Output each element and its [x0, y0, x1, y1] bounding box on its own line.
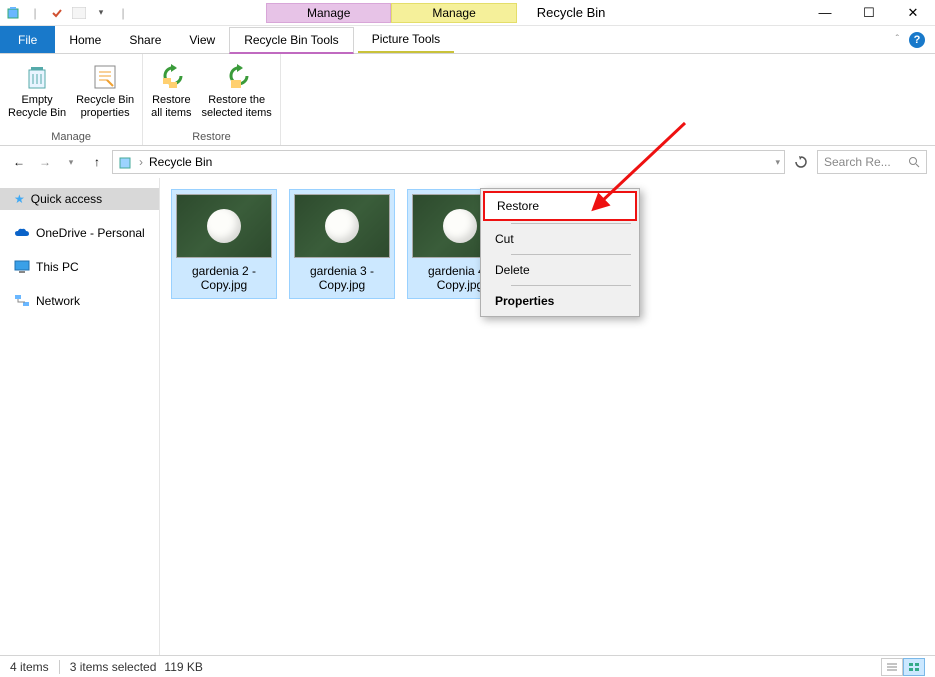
nav-thispc-label: This PC [36, 260, 79, 274]
title-bar: | ▾ | Manage Manage Recycle Bin — ☐ ✕ [0, 0, 935, 26]
nav-onedrive-label: OneDrive - Personal [36, 226, 145, 240]
path-dropdown-icon[interactable]: ▾ [775, 157, 780, 168]
status-size: 119 KB [164, 660, 202, 674]
monitor-icon [14, 260, 30, 274]
tab-home[interactable]: Home [55, 26, 115, 53]
context-cut[interactable]: Cut [483, 226, 637, 252]
window-controls: — ☐ ✕ [803, 0, 935, 26]
network-icon [14, 294, 30, 308]
tab-file[interactable]: File [0, 26, 55, 53]
forward-button[interactable]: → [34, 151, 56, 173]
context-menu: Restore Cut Delete Properties [480, 188, 640, 317]
nav-network-label: Network [36, 294, 80, 308]
nav-quick-label: Quick access [31, 192, 102, 206]
ribbon-group-restore: Restore all items Restore the selected i… [143, 54, 281, 145]
main-area: ★ Quick access OneDrive - Personal This … [0, 178, 935, 655]
file-item[interactable]: gardenia 2 - Copy.jpg [172, 190, 276, 298]
minimize-button[interactable]: — [803, 0, 847, 26]
search-input[interactable]: Search Re... [817, 150, 927, 174]
ribbon-group-manage: Empty Recycle Bin Recycle Bin properties… [0, 54, 143, 145]
restore-selected-button[interactable]: Restore the selected items [200, 58, 274, 129]
ribbon: Empty Recycle Bin Recycle Bin properties… [0, 54, 935, 146]
view-mode-buttons [881, 658, 925, 676]
search-icon [908, 156, 920, 168]
tab-view[interactable]: View [175, 26, 229, 53]
manage-tab-header-purple: Manage [266, 3, 391, 23]
quick-access-toolbar: | ▾ | [0, 4, 136, 22]
nav-network[interactable]: Network [0, 290, 159, 312]
context-separator [511, 285, 631, 286]
restore-group-label: Restore [192, 129, 231, 143]
new-folder-icon[interactable] [70, 4, 88, 22]
thumbnails-view-button[interactable] [903, 658, 925, 676]
context-separator [511, 254, 631, 255]
manage-group-label: Manage [51, 129, 91, 143]
star-icon: ★ [14, 192, 25, 206]
collapse-ribbon-icon[interactable]: ˆ [896, 34, 899, 45]
search-placeholder: Search Re... [824, 155, 904, 169]
context-delete[interactable]: Delete [483, 257, 637, 283]
status-selected-count: 3 items selected [70, 660, 157, 674]
nav-quick-access[interactable]: ★ Quick access [0, 188, 159, 210]
restore-all-label: Restore all items [151, 94, 191, 120]
cloud-icon [14, 227, 30, 239]
qat-separator2: | [114, 4, 132, 22]
context-properties[interactable]: Properties [483, 288, 637, 314]
window-title: Recycle Bin [537, 5, 606, 20]
maximize-button[interactable]: ☐ [847, 0, 891, 26]
manage-tab-header-yellow: Manage [391, 3, 516, 23]
recycle-bin-path-icon [117, 154, 133, 170]
context-restore[interactable]: Restore [483, 191, 637, 221]
close-button[interactable]: ✕ [891, 0, 935, 26]
file-list[interactable]: gardenia 2 - Copy.jpg gardenia 3 - Copy.… [160, 178, 935, 655]
back-button[interactable]: ← [8, 151, 30, 173]
ribbon-right: ˆ ? [896, 26, 935, 53]
breadcrumb-recycle-bin[interactable]: Recycle Bin [149, 155, 212, 169]
restore-all-button[interactable]: Restore all items [149, 58, 193, 129]
ribbon-tabs: File Home Share View Recycle Bin Tools P… [0, 26, 935, 54]
recycle-bin-properties-button[interactable]: Recycle Bin properties [74, 58, 136, 129]
tab-picture-tools[interactable]: Picture Tools [358, 26, 454, 53]
contextual-tab-headers: Manage Manage [266, 3, 517, 23]
properties-icon[interactable] [48, 4, 66, 22]
empty-recycle-bin-label: Empty Recycle Bin [8, 94, 66, 120]
file-name-label: gardenia 3 - Copy.jpg [290, 262, 394, 298]
recycle-bin-properties-label: Recycle Bin properties [76, 94, 134, 120]
up-button[interactable]: ↑ [86, 151, 108, 173]
tab-recycle-bin-tools[interactable]: Recycle Bin Tools [229, 27, 354, 54]
address-bar: ← → ▾ ↑ › Recycle Bin ▾ Search Re... [0, 146, 935, 178]
qat-dropdown-icon[interactable]: ▾ [92, 4, 110, 22]
qat-separator: | [26, 4, 44, 22]
context-separator [511, 223, 631, 224]
thumbnail-image [176, 194, 272, 258]
nav-this-pc[interactable]: This PC [0, 256, 159, 278]
path-box[interactable]: › Recycle Bin ▾ [112, 150, 785, 174]
path-chevron-icon: › [139, 155, 143, 169]
nav-onedrive[interactable]: OneDrive - Personal [0, 222, 159, 244]
file-name-label: gardenia 2 - Copy.jpg [172, 262, 276, 298]
recycle-bin-icon[interactable] [4, 4, 22, 22]
status-separator [59, 660, 60, 674]
status-bar: 4 items 3 items selected 119 KB [0, 655, 935, 677]
thumbnail-image [294, 194, 390, 258]
refresh-button[interactable] [789, 150, 813, 174]
tab-share[interactable]: Share [115, 26, 175, 53]
restore-selected-label: Restore the selected items [202, 94, 272, 120]
file-item[interactable]: gardenia 3 - Copy.jpg [290, 190, 394, 298]
details-view-button[interactable] [881, 658, 903, 676]
status-item-count: 4 items [10, 660, 49, 674]
empty-recycle-bin-button[interactable]: Empty Recycle Bin [6, 58, 68, 129]
help-icon[interactable]: ? [909, 32, 925, 48]
nav-tree: ★ Quick access OneDrive - Personal This … [0, 178, 160, 655]
recent-dropdown[interactable]: ▾ [60, 151, 82, 173]
